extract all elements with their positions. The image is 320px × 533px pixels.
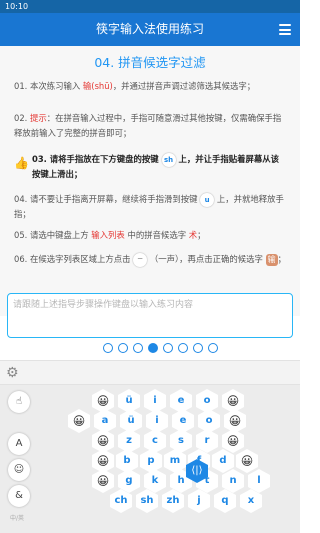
instruction-3: 03. 请将手指放在下方键盘的按键 sh 上，并让手指贴着屏幕从该按键上滑出； [32,152,279,179]
instruction-1: 01. 本次练习输入 输(shū)，并通过拼音声调过滤筛选其候选字； [14,81,256,91]
tone-1-icon: 一 [133,252,148,267]
page-dot[interactable] [132,343,143,353]
key-emoji[interactable]: 😀 [222,389,244,413]
key-d[interactable]: d [212,449,234,473]
emoji-hand-icon[interactable]: ☝ [8,391,30,413]
app-bar: 筷字输入法使用练习 [0,13,300,46]
keyboard-toolbar: ⚙ [0,360,300,385]
page-dot[interactable] [192,343,203,353]
key-c[interactable]: c [144,429,166,453]
key-b[interactable]: b [116,449,138,473]
lesson-content: 04. 拼音候选字过滤 01. 本次练习输入 输(shū)，并通过拼音声调过滤筛… [0,46,300,316]
target-word: 输(shū) [82,81,113,91]
key-emoji[interactable]: 😀 [92,389,114,413]
key-a[interactable]: a [94,409,116,433]
page-indicator [0,343,320,355]
hex-keyboard: 中/英 ☝A☺&😀üieo😀😀aüieo😀😀zcsr😀😀bpmfd😀😀gkhtn… [0,385,300,533]
pointing-hand-icon: 👍 [14,156,29,170]
key-ü[interactable]: ü [120,409,142,433]
key-m[interactable]: m [164,449,186,473]
instruction-4: 04. 请不要让手指离开屏幕，继续将手指滑到按键 u 上，并就地释放手指； [14,192,284,219]
page-dot[interactable] [102,343,113,353]
key-emoji[interactable]: 😀 [224,409,246,433]
key-o[interactable]: o [196,389,218,413]
symbols-icon[interactable]: & [8,485,30,507]
key-o[interactable]: o [198,409,220,433]
page-dot-active[interactable] [147,343,158,353]
key-e[interactable]: e [172,409,194,433]
key-emoji[interactable]: 😀 [222,429,244,453]
instruction-6: 06. 在候选字列表区域上方点击 一 （一声），再点击正确的候选字 输； [14,252,286,267]
instruction-5: 05. 请选中键盘上方 输入列表 中的拼音候选字 术； [14,230,206,240]
key-sh-icon: sh [161,152,176,167]
keyboard-footer: 中/英 [10,515,25,522]
key-ü[interactable]: ü [118,389,140,413]
gear-icon[interactable]: ⚙ [6,365,19,381]
page-dot[interactable] [117,343,128,353]
key-z[interactable]: z [118,429,140,453]
key-p[interactable]: p [140,449,162,473]
status-time: 10:10 [5,2,29,11]
instruction-2: 02. 提示：在拼音输入过程中，手指可随意滑过其他按键，仅需确保手指释放前输入了… [14,113,282,138]
candidate-char-icon: 输 [265,253,278,266]
key-e[interactable]: e [170,389,192,413]
key-i[interactable]: i [146,409,168,433]
practice-input-placeholder: 请跟随上述指导步骤操作键盘以输入练习内容 [13,300,194,310]
smiley-icon[interactable]: ☺ [8,459,30,481]
key-s[interactable]: s [170,429,192,453]
key-u-icon: u [200,192,215,207]
status-bar: 10:10 [0,0,300,13]
page-dot[interactable] [207,343,218,353]
app-title: 筷字输入法使用练习 [95,22,204,36]
key-emoji[interactable]: 😀 [68,409,90,433]
key-emoji[interactable]: 😀 [236,449,258,473]
page-dot[interactable] [177,343,188,353]
lesson-title: 04. 拼音候选字过滤 [94,55,206,70]
translate-icon[interactable]: A [8,433,30,455]
hamburger-menu-icon[interactable] [279,24,291,35]
key-emoji[interactable]: 😀 [92,469,114,493]
page-dot[interactable] [162,343,173,353]
practice-input[interactable]: 请跟随上述指导步骤操作键盘以输入练习内容 [7,293,293,338]
key-i[interactable]: i [144,389,166,413]
